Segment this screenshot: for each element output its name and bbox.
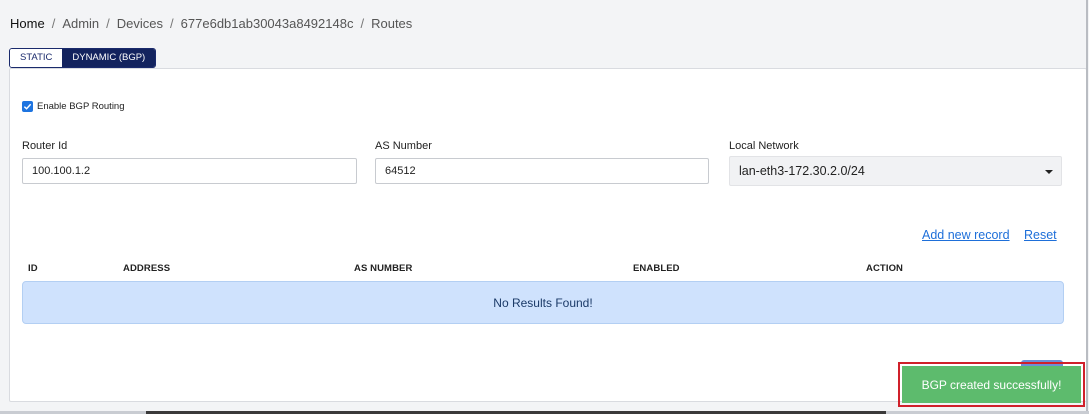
- breadcrumb-devices[interactable]: Devices: [117, 16, 163, 31]
- breadcrumb-home[interactable]: Home: [10, 16, 45, 31]
- enable-bgp-checkbox[interactable]: [22, 101, 33, 112]
- router-id-input[interactable]: 100.100.1.2: [22, 158, 357, 184]
- column-header-enabled: ENABLED: [633, 263, 680, 274]
- column-header-id: ID: [28, 263, 38, 274]
- local-network-label: Local Network: [729, 140, 799, 152]
- success-toast[interactable]: BGP created successfully!: [902, 366, 1081, 403]
- enable-bgp-label: Enable BGP Routing: [37, 101, 125, 112]
- window-edge: [1086, 0, 1088, 414]
- breadcrumb: Home / Admin / Devices / 677e6db1ab30043…: [10, 16, 412, 31]
- breadcrumb-routes: Routes: [371, 16, 413, 31]
- enable-bgp-row: Enable BGP Routing: [22, 101, 125, 112]
- column-header-as-number: AS NUMBER: [354, 263, 413, 274]
- as-number-input[interactable]: 64512: [375, 158, 709, 184]
- local-network-select[interactable]: lan-eth3-172.30.2.0/24: [729, 156, 1062, 186]
- breadcrumb-separator: /: [360, 16, 365, 31]
- add-new-record-link[interactable]: Add new record: [922, 228, 1010, 242]
- check-icon: [23, 103, 32, 110]
- column-header-action: ACTION: [866, 263, 904, 274]
- as-number-label: AS Number: [375, 140, 432, 152]
- caret-down-icon: [1045, 170, 1053, 174]
- breadcrumb-device-id[interactable]: 677e6db1ab30043a8492148c: [181, 16, 354, 31]
- tab-static[interactable]: STATIC: [10, 49, 63, 67]
- local-network-value: lan-eth3-172.30.2.0/24: [739, 164, 865, 178]
- no-results-message: No Results Found!: [22, 281, 1064, 324]
- breadcrumb-admin[interactable]: Admin: [62, 16, 99, 31]
- breadcrumb-separator: /: [170, 16, 174, 31]
- breadcrumb-separator: /: [51, 16, 56, 31]
- reset-link[interactable]: Reset: [1024, 228, 1057, 242]
- tab-dynamic-bgp[interactable]: DYNAMIC (BGP): [62, 49, 156, 67]
- column-header-address: ADDRESS: [123, 263, 171, 274]
- router-id-label: Router Id: [22, 140, 68, 152]
- route-type-tabs: STATIC DYNAMIC (BGP): [9, 48, 157, 68]
- breadcrumb-separator: /: [106, 16, 110, 31]
